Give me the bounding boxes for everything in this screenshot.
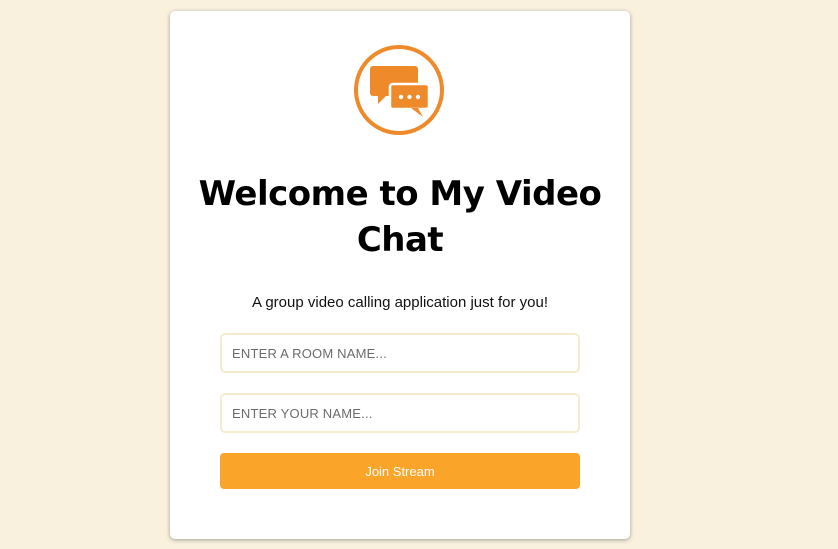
page-title: Welcome to My Video Chat	[170, 171, 630, 263]
page-title-line-1: Welcome to My Video	[198, 174, 602, 214]
page-title-line-2: Chat	[356, 220, 444, 260]
subtitle: A group video calling application just f…	[251, 294, 548, 311]
join-card: Welcome to My Video Chat A group video c…	[170, 11, 630, 539]
join-stream-button[interactable]: Join Stream	[220, 453, 580, 489]
chat-bubbles-icon	[353, 44, 445, 136]
room-name-input[interactable]	[220, 333, 580, 373]
user-name-input[interactable]	[220, 393, 580, 433]
